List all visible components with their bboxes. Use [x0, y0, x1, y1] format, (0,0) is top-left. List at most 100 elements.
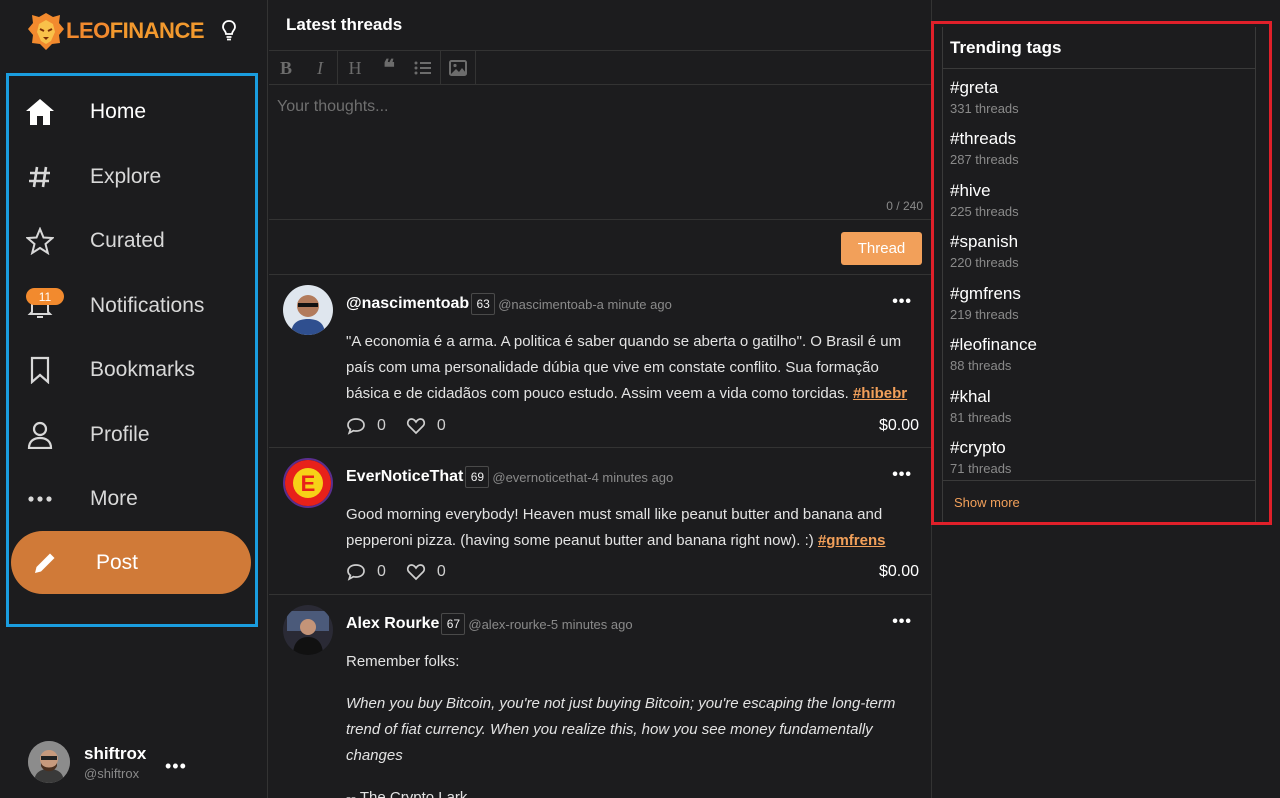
- comment-button[interactable]: 0: [346, 417, 386, 435]
- lightbulb-icon[interactable]: [220, 19, 238, 41]
- trending-title: Trending tags: [950, 38, 1062, 57]
- nav-more[interactable]: More: [14, 471, 244, 527]
- trending-tag-count: 81 threads: [950, 410, 1012, 425]
- trending-tag-name: #greta: [950, 78, 999, 97]
- nav-explore[interactable]: Explore: [14, 149, 244, 205]
- post-author[interactable]: Alex Rourke: [346, 615, 439, 633]
- nav-profile-label: Profile: [90, 423, 150, 446]
- comment-button[interactable]: 0: [346, 563, 386, 581]
- post-menu-button[interactable]: •••: [892, 466, 912, 484]
- trending-tag[interactable]: #gmfrens 219 threads: [950, 284, 1021, 322]
- nav-notifications[interactable]: Notifications: [14, 278, 244, 334]
- post-author[interactable]: @nascimentoab: [346, 295, 469, 313]
- star-icon: [24, 225, 56, 257]
- thread-post[interactable]: Alex Rourke 67 @alex-rourke-5 minutes ag…: [269, 595, 932, 798]
- nav-profile[interactable]: Profile: [14, 407, 244, 463]
- image-icon[interactable]: [441, 51, 475, 85]
- post-button-label: Post: [96, 550, 139, 574]
- nav-bookmarks[interactable]: Bookmarks: [14, 342, 244, 398]
- nav-home-label: Home: [90, 100, 147, 123]
- list-icon[interactable]: [406, 51, 440, 85]
- post-body: Good morning everybody! Heaven must smal…: [346, 502, 916, 554]
- avatar[interactable]: E: [283, 458, 333, 508]
- trending-tag[interactable]: #leofinance 88 threads: [950, 335, 1037, 373]
- post-signature: -- The Crypto Lark: [346, 789, 468, 798]
- avatar[interactable]: [283, 605, 333, 655]
- post-meta: @nascimentoab-a minute ago: [498, 296, 672, 312]
- reputation-badge: 69: [465, 466, 490, 488]
- trending-tag-count: 287 threads: [950, 152, 1019, 167]
- post-menu-button[interactable]: •••: [892, 613, 912, 631]
- like-button[interactable]: 0: [406, 417, 446, 435]
- quote-icon[interactable]: ❝: [372, 51, 406, 85]
- trending-tag[interactable]: #hive 225 threads: [950, 181, 1019, 219]
- post-body: "A economia é a arma. A politica é saber…: [346, 329, 916, 407]
- current-user[interactable]: shiftrox @shiftrox: [28, 740, 146, 784]
- post-text: Remember folks:: [346, 653, 460, 670]
- comment-icon: [347, 418, 365, 435]
- nav-notifications-label: Notifications: [90, 294, 205, 317]
- post-hashtag-link[interactable]: #gmfrens: [818, 532, 886, 549]
- trending-tag[interactable]: #greta 331 threads: [950, 78, 1019, 116]
- editor-toolbar: B I H ❝: [269, 50, 932, 85]
- bold-icon[interactable]: B: [269, 51, 303, 85]
- thread-input[interactable]: [277, 98, 917, 188]
- current-user-handle: @shiftrox: [84, 765, 140, 781]
- heading-icon[interactable]: H: [338, 51, 372, 85]
- nav-home[interactable]: Home: [14, 84, 244, 140]
- trending-tag[interactable]: #khal 81 threads: [950, 387, 1011, 425]
- thread-post[interactable]: @nascimentoab 63 @nascimentoab-a minute …: [269, 275, 932, 448]
- thread-editor: 0 / 240: [269, 86, 932, 220]
- notifications-badge: 11: [26, 288, 64, 305]
- brand-name-part2: FINANCE: [109, 18, 205, 43]
- trending-tag-count: 88 threads: [950, 358, 1012, 373]
- brand-name-part1: LEO: [66, 18, 110, 43]
- post-meta: @evernoticethat-4 minutes ago: [492, 469, 674, 485]
- post-text: "A economia é a arma. A politica é saber…: [346, 333, 902, 402]
- thread-post[interactable]: E EverNoticeThat 69 @evernoticethat-4 mi…: [269, 448, 932, 595]
- trending-tag-name: #leofinance: [950, 335, 1037, 354]
- reputation-badge: 63: [471, 293, 496, 315]
- nav-more-label: More: [90, 487, 138, 510]
- post-menu-button[interactable]: •••: [892, 293, 912, 311]
- trending-tag-name: #threads: [950, 129, 1017, 148]
- trending-tag-count: 331 threads: [950, 101, 1019, 116]
- feed-column: Latest threads B I H ❝ 0 / 240 Thread @n…: [269, 0, 932, 798]
- trending-tag[interactable]: #threads 287 threads: [950, 129, 1019, 167]
- trending-tag-count: 225 threads: [950, 204, 1019, 219]
- brand-wordmark: LEOFINANCE: [66, 18, 205, 44]
- nav-explore-label: Explore: [90, 165, 162, 188]
- post-text: Good morning everybody! Heaven must smal…: [346, 506, 883, 549]
- trending-tag-name: #crypto: [950, 438, 1006, 457]
- post-author[interactable]: EverNoticeThat: [346, 468, 463, 486]
- nav-bookmarks-label: Bookmarks: [90, 358, 196, 381]
- svg-text:E: E: [301, 471, 316, 496]
- post-button[interactable]: Post: [11, 531, 251, 594]
- ellipsis-icon: [24, 483, 56, 515]
- brand-logo[interactable]: LEOFINANCE: [26, 9, 205, 53]
- trending-tag-count: 71 threads: [950, 461, 1012, 476]
- user-menu-button[interactable]: •••: [165, 756, 187, 777]
- trending-tag-count: 219 threads: [950, 307, 1019, 322]
- italic-icon[interactable]: I: [303, 51, 337, 85]
- char-counter: 0 / 240: [886, 199, 923, 213]
- thread-submit-button[interactable]: Thread: [841, 232, 922, 265]
- like-button[interactable]: 0: [406, 563, 446, 581]
- show-more-link[interactable]: Show more: [954, 495, 1020, 510]
- hashtag-icon: [24, 161, 56, 193]
- divider: [942, 480, 1256, 481]
- post-hashtag-link[interactable]: #hibebr: [853, 385, 907, 402]
- home-icon: [24, 96, 56, 128]
- post-payout: $0.00: [878, 417, 919, 434]
- like-count: 0: [436, 563, 446, 580]
- avatar: [28, 741, 70, 783]
- trending-tag-name: #gmfrens: [950, 284, 1021, 303]
- user-icon: [24, 419, 56, 451]
- trending-tag[interactable]: #spanish 220 threads: [950, 232, 1019, 270]
- like-count: 0: [436, 417, 446, 434]
- nav-curated[interactable]: Curated: [14, 213, 244, 269]
- pencil-icon: [29, 547, 61, 579]
- lion-logo-icon: [28, 13, 64, 50]
- avatar[interactable]: [283, 285, 333, 335]
- trending-tag[interactable]: #crypto 71 threads: [950, 438, 1011, 476]
